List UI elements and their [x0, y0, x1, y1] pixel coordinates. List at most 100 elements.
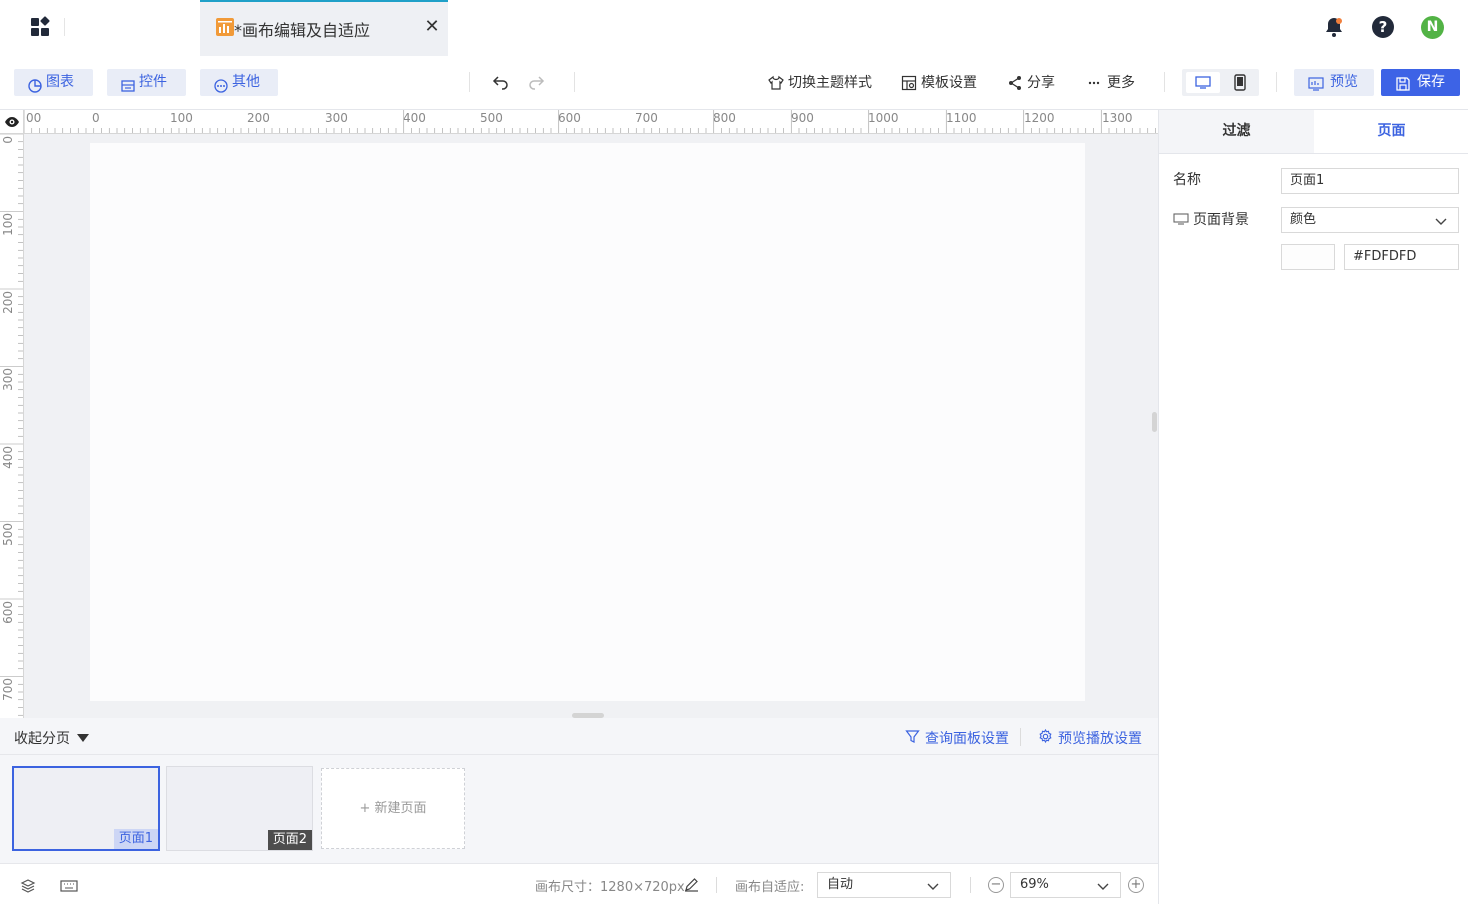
- chart-button-label: 图表: [46, 74, 74, 90]
- more-label: 更多: [1107, 75, 1135, 91]
- redo-icon[interactable]: [527, 73, 545, 91]
- tab-filter[interactable]: 过滤: [1159, 110, 1314, 153]
- control-icon: [121, 76, 135, 92]
- ruler-tick-label: 00: [26, 111, 41, 125]
- pages-panel: 收起分页 查询面板设置 预览播放设置 页面1 页面2 + 新建页面: [0, 718, 1158, 863]
- divider: [1164, 72, 1165, 92]
- ruler-tick-label: 200: [1, 291, 15, 314]
- background-color-input[interactable]: #FDFDFD: [1344, 244, 1459, 270]
- device-toggle: [1182, 69, 1259, 96]
- monitor-icon: [1173, 213, 1189, 225]
- ruler-tick-label: 1200: [1024, 111, 1055, 125]
- other-button-label: 其他: [232, 74, 260, 90]
- ruler-tick-label: 700: [635, 111, 658, 125]
- theme-style-label: 切换主题样式: [788, 75, 872, 91]
- other-icon: [214, 76, 228, 93]
- filter-icon: [905, 729, 920, 744]
- undo-icon[interactable]: [492, 73, 510, 91]
- document-tab[interactable]: *画布编辑及自适应 ✕: [200, 0, 448, 56]
- chart-icon: [28, 76, 42, 93]
- ruler-tick-label: 500: [480, 111, 503, 125]
- zoom-out-icon[interactable]: −: [988, 877, 1004, 893]
- dashboard-doc-icon: [216, 18, 234, 36]
- control-button-label: 控件: [139, 74, 167, 90]
- background-color-swatch[interactable]: [1281, 244, 1335, 270]
- preview-label: 预览: [1330, 74, 1358, 90]
- name-label: 名称: [1173, 172, 1201, 188]
- ruler-tick-label: 100: [1, 213, 15, 236]
- page-name-input[interactable]: 页面1: [1281, 168, 1459, 194]
- edit-icon[interactable]: [684, 877, 699, 892]
- desktop-icon[interactable]: [1186, 72, 1220, 93]
- theme-style-button[interactable]: 切换主题样式: [768, 74, 872, 92]
- zoom-value: 69%: [1020, 877, 1049, 892]
- eye-icon[interactable]: [4, 115, 20, 129]
- ruler-tick-label: 600: [1, 601, 15, 624]
- divider: [1020, 728, 1021, 746]
- help-icon[interactable]: ?: [1372, 16, 1394, 38]
- canvas-fit-value: 自动: [827, 877, 854, 892]
- keyboard-icon[interactable]: [60, 880, 78, 892]
- share-button[interactable]: 分享: [1007, 74, 1055, 92]
- status-bar: 画布尺寸：1280×720px 画布自适应: 自动 − 69% +: [0, 863, 1158, 904]
- canvas-editor: 00 0 100 200 300 400 500 600 700 800 900 1000 1100 12…: [0, 110, 1158, 718]
- ruler-tick-label: 900: [791, 111, 814, 125]
- gear-icon: [1038, 728, 1053, 744]
- page-thumbnail-2[interactable]: 页面2: [166, 766, 313, 851]
- background-type-select[interactable]: 颜色: [1281, 207, 1459, 233]
- query-panel-settings-link[interactable]: 查询面板设置: [905, 728, 1009, 748]
- mobile-icon[interactable]: [1223, 72, 1257, 93]
- canvas-size-text: 画布尺寸：1280×720px: [535, 880, 685, 895]
- zoom-select[interactable]: 69%: [1010, 872, 1121, 898]
- layers-icon[interactable]: [20, 878, 36, 894]
- tab-page[interactable]: 页面: [1314, 110, 1468, 153]
- ruler-left-scale: 0 100 200 300 400 500 600 700: [0, 134, 23, 716]
- template-settings-button[interactable]: 模板设置: [901, 74, 977, 92]
- toolbar: 图表 控件 其他 切换主题样式 模板设置 分享 更多 预览 保存: [0, 56, 1468, 110]
- divider: [469, 72, 470, 92]
- divider: [1276, 72, 1277, 92]
- chevron-down-icon: [926, 878, 940, 892]
- document-tab-title: *画布编辑及自适应: [234, 21, 371, 40]
- ruler-tick-label: 0: [1, 136, 15, 144]
- ruler-tick-label: 1000: [868, 111, 899, 125]
- zoom-in-icon[interactable]: +: [1128, 877, 1144, 893]
- page-background-label: 页面背景: [1173, 209, 1249, 229]
- preview-button[interactable]: 预览: [1294, 69, 1374, 96]
- playback-settings-link[interactable]: 预览播放设置: [1038, 728, 1142, 748]
- caret-down-icon: [77, 734, 89, 742]
- query-panel-settings-label: 查询面板设置: [925, 731, 1009, 747]
- more-icon: [1087, 75, 1103, 91]
- control-button[interactable]: 控件: [107, 69, 186, 96]
- collapse-pages-button[interactable]: 收起分页: [14, 728, 89, 748]
- preview-icon: [1308, 75, 1324, 91]
- close-icon[interactable]: ✕: [424, 18, 440, 36]
- chart-button[interactable]: 图表: [14, 69, 93, 96]
- vertical-scrollbar[interactable]: [1152, 412, 1157, 432]
- ruler-tick-label: 600: [558, 111, 581, 125]
- ruler-tick-label: 800: [713, 111, 736, 125]
- collapse-pages-label: 收起分页: [14, 731, 70, 747]
- chevron-down-icon: [1096, 878, 1110, 892]
- playback-settings-label: 预览播放设置: [1058, 731, 1142, 747]
- other-button[interactable]: 其他: [200, 69, 278, 96]
- ruler-top-scale: 00 0 100 200 300 400 500 600 700 800 900 1000 1100 12…: [24, 110, 1156, 133]
- more-button[interactable]: 更多: [1087, 74, 1135, 92]
- divider: [574, 72, 575, 92]
- chevron-down-icon: [1434, 213, 1448, 227]
- theme-icon: [768, 75, 784, 91]
- ruler-top: 00 0 100 200 300 400 500 600 700 800 900 1000 1100 12…: [24, 110, 1158, 134]
- page-canvas[interactable]: [90, 143, 1085, 701]
- apps-icon[interactable]: [30, 16, 52, 38]
- new-page-button[interactable]: + 新建页面: [321, 768, 465, 849]
- pages-header: 收起分页 查询面板设置 预览播放设置: [0, 718, 1158, 755]
- ruler-tick-label: 200: [247, 111, 270, 125]
- bell-icon[interactable]: [1324, 16, 1344, 38]
- avatar[interactable]: N: [1421, 16, 1444, 39]
- share-icon: [1007, 75, 1023, 91]
- page-thumbnail-1[interactable]: 页面1: [12, 766, 160, 851]
- divider: [64, 18, 65, 36]
- save-button[interactable]: 保存: [1381, 69, 1460, 96]
- canvas-fit-select[interactable]: 自动: [817, 872, 951, 898]
- ruler-tick-label: 1100: [946, 111, 977, 125]
